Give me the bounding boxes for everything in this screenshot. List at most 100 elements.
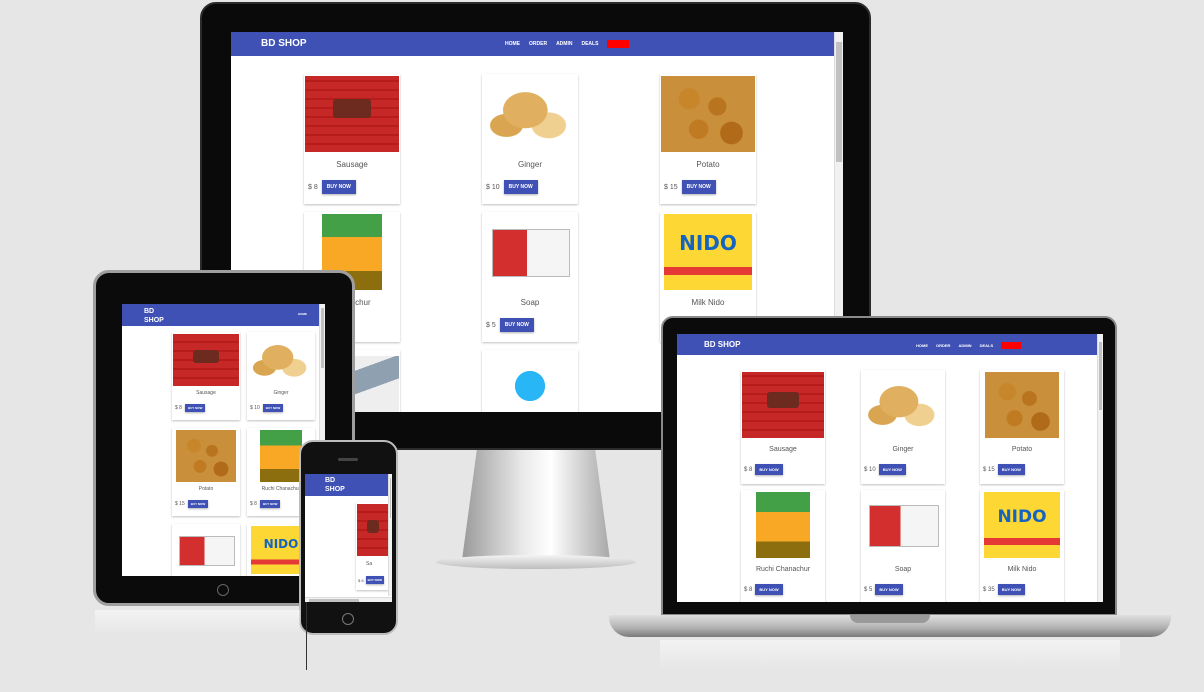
buy-now-button[interactable]: BUY NOW: [499, 318, 534, 332]
ginger-image: [248, 334, 314, 386]
product-name: Ginger: [892, 446, 914, 453]
buy-now-button[interactable]: BUY NOW: [262, 404, 284, 412]
buy-now-button[interactable]: BUY NOW: [878, 464, 906, 475]
home-button-icon: [342, 613, 354, 625]
product-card: Sausage $ 8 BUY NOW: [172, 332, 240, 420]
price-row: $ 15 BUY NOW: [664, 180, 716, 194]
nido-image: [984, 492, 1060, 558]
scrollbar-thumb[interactable]: [1099, 342, 1102, 410]
price-row: $ 8 BUY NOW: [308, 180, 356, 194]
product-price: $ 8: [250, 501, 257, 507]
buy-now-button[interactable]: BUY NOW: [503, 180, 538, 194]
price-row: $ 8 BUY NOW: [358, 576, 385, 584]
home-button-icon: [217, 584, 229, 596]
sausage-image: [305, 76, 399, 152]
nav-home[interactable]: HOME: [505, 41, 520, 47]
product-card: [482, 350, 578, 412]
navbar: BD SHOP HOME ORDER ADMIN DEALS: [231, 32, 843, 56]
product-price: $ 35: [983, 586, 995, 593]
soap-image: [863, 492, 943, 558]
price-row: $ 8 BUY NOW: [250, 500, 281, 508]
product-name: Ginger: [517, 160, 542, 169]
scrollbar[interactable]: [1097, 334, 1103, 602]
buy-now-button[interactable]: BUY NOW: [681, 180, 716, 194]
laptop-screen: BD SHOP HOME ORDER ADMIN DEALS Sausage $…: [677, 334, 1103, 602]
brand-line-1: BD: [144, 308, 155, 315]
product-card: Potato $ 15 BUY NOW: [660, 74, 756, 204]
product-price: $ 10: [250, 405, 260, 411]
product-price: $ 8: [744, 466, 753, 473]
navbar: BD SHOP HOME ORDER ADMIN DEALS: [677, 334, 1103, 355]
product-price: $ 5: [864, 586, 873, 593]
buy-now-button[interactable]: BUY NOW: [755, 464, 783, 475]
brand-logo[interactable]: BD SHOP: [261, 38, 307, 49]
horizontal-scrollbar[interactable]: [305, 597, 392, 602]
brand-logo[interactable]: BD SHOP: [704, 340, 740, 349]
potato-image: [985, 372, 1059, 438]
brand-line-2: SHOP: [144, 317, 164, 324]
scrollbar-thumb[interactable]: [836, 42, 842, 162]
deals-badge[interactable]: [607, 40, 630, 48]
navbar: BD SHOP: [305, 474, 392, 496]
price-row: $ 8 BUY NOW: [744, 584, 783, 595]
brand-line-1: BD: [325, 477, 336, 484]
nav-deals[interactable]: DEALS: [581, 41, 598, 47]
buy-now-button[interactable]: BUY NOW: [184, 404, 206, 412]
product-price: $ 8: [175, 405, 182, 411]
price-row: $ 5 BUY NOW: [864, 584, 903, 595]
brand-logo[interactable]: BD SHOP: [144, 307, 164, 325]
product-price: $ 10: [486, 183, 500, 191]
nav-order[interactable]: ORDER: [936, 343, 950, 348]
buy-now-button[interactable]: BUY NOW: [997, 584, 1025, 595]
product-name: Potato: [696, 160, 720, 169]
ginger-image: [862, 372, 944, 438]
scrollbar-thumb[interactable]: [321, 308, 324, 368]
phone-speaker: [338, 458, 358, 461]
product-card: Sausage $ 8 BUY NOW: [304, 74, 400, 204]
tablet-screen: BD SHOP HOME Sausage $ 8 BUY NOW Ginger …: [122, 304, 325, 576]
product-card: Soap $ 5 BUY NOW: [861, 490, 945, 602]
scrollbar-thumb[interactable]: [390, 478, 391, 518]
nav-admin[interactable]: ADMIN: [556, 41, 572, 47]
product-name: Ruchi Chanachur: [755, 566, 811, 573]
nido-image: [664, 214, 752, 290]
price-row: $ 10 BUY NOW: [250, 404, 284, 412]
product-card: Ruchi Chanachur $ 8 BUY NOW: [741, 490, 825, 602]
nav-order[interactable]: ORDER: [529, 41, 547, 47]
buy-now-button[interactable]: BUY NOW: [997, 464, 1025, 475]
nav-home[interactable]: HOME: [916, 343, 928, 348]
product-price: $ 15: [983, 466, 995, 473]
product-name: Ginger: [273, 390, 289, 396]
phone-screen: BD SHOP Sa $ 8 BUY NOW: [305, 474, 392, 602]
price-row: $ 10 BUY NOW: [864, 464, 906, 475]
price-row: $ 8 BUY NOW: [744, 464, 783, 475]
buy-now-button[interactable]: BUY NOW: [755, 584, 783, 595]
cereal-image: [500, 356, 560, 412]
nav-deals[interactable]: DEALS: [980, 343, 994, 348]
buy-now-button[interactable]: BUY NOW: [259, 500, 281, 508]
chanachur-image: [756, 492, 810, 558]
buy-now-button[interactable]: BUY NOW: [321, 180, 356, 194]
product-name: Potato: [198, 486, 214, 492]
buy-now-button[interactable]: BUY NOW: [365, 576, 385, 584]
product-card: [172, 524, 240, 576]
product-card: Ginger $ 10 BUY NOW: [861, 370, 945, 484]
nav-admin[interactable]: ADMIN: [958, 343, 971, 348]
nav-home[interactable]: HOME: [298, 312, 307, 316]
product-price: $ 10: [864, 466, 876, 473]
product-name: Sausage: [336, 160, 368, 169]
buy-now-button[interactable]: BUY NOW: [875, 584, 903, 595]
deals-badge[interactable]: [1001, 342, 1022, 349]
chanachur-image: [260, 430, 302, 482]
nav-menu: HOME ORDER ADMIN DEALS: [505, 40, 630, 48]
scrollbar[interactable]: [388, 474, 392, 596]
laptop-reflection: [660, 640, 1120, 670]
navbar: BD SHOP HOME: [122, 304, 325, 326]
soap-image: [485, 214, 575, 290]
brand-logo[interactable]: BD SHOP: [325, 476, 345, 494]
product-name: Sausage: [196, 390, 216, 396]
horizontal-scrollbar-thumb[interactable]: [309, 599, 359, 602]
price-row: $ 15 BUY NOW: [983, 464, 1025, 475]
buy-now-button[interactable]: BUY NOW: [187, 500, 209, 508]
price-row: $ 5 BUY NOW: [486, 318, 534, 332]
